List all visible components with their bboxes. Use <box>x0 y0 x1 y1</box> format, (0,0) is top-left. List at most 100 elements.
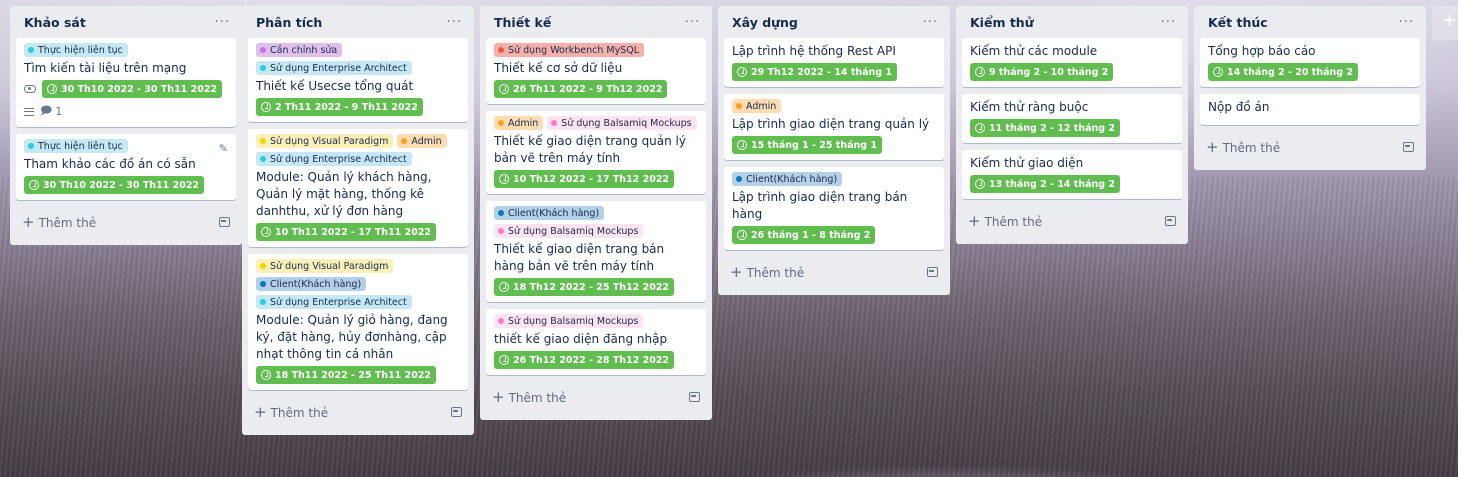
card[interactable]: Tổng hợp báo cáo 14 tháng 2 - 20 tháng 2 <box>1200 38 1420 87</box>
due-date-text: 14 tháng 2 - 20 tháng 2 <box>1227 66 1354 78</box>
list-title[interactable]: Kiểm thử <box>970 15 1034 30</box>
card-label[interactable]: Admin <box>494 116 544 130</box>
due-date-badge[interactable]: 26 tháng 1 - 8 tháng 2 <box>732 226 876 244</box>
list-menu-icon[interactable]: ··· <box>923 15 938 30</box>
add-card-button[interactable]: + Thêm thẻ <box>1200 132 1420 162</box>
card[interactable]: Kiểm thử ràng buộc 11 tháng 2 - 12 tháng … <box>962 94 1182 143</box>
label-text: Cần chỉnh sửa <box>270 44 338 56</box>
card[interactable]: Lập trình hệ thống Rest API 29 Th12 2022 … <box>724 38 944 87</box>
due-date-badge[interactable]: 14 tháng 2 - 20 tháng 2 <box>1208 63 1359 81</box>
card-label[interactable]: Sử dụng Enterprise Architect <box>256 295 412 309</box>
card[interactable]: Client(Khách hàng) Lập trình giao diện tr… <box>724 167 944 250</box>
due-date-badge[interactable]: 2 Th11 2022 - 9 Th11 2022 <box>256 98 423 116</box>
card-label[interactable]: Admin <box>397 134 447 148</box>
due-date-badge[interactable]: 30 Th10 2022 - 30 Th11 2022 <box>42 80 223 98</box>
card-badges: 2 Th11 2022 - 9 Th11 2022 <box>256 98 460 116</box>
card-label[interactable]: Sử dụng Enterprise Architect <box>256 152 412 166</box>
add-card-button[interactable]: + Thêm thẻ <box>16 207 236 237</box>
card-label[interactable]: Admin <box>732 99 782 113</box>
card-title: Kiểm thử ràng buộc <box>970 100 1089 114</box>
due-date-badge[interactable]: 26 Th11 2022 - 9 Th12 2022 <box>494 80 668 98</box>
comment-count: 🗩 1 <box>40 102 62 121</box>
due-date-badge[interactable]: 13 tháng 2 - 14 tháng 2 <box>970 175 1121 193</box>
card-label[interactable]: Sử dụng Balsamiq Mockups <box>494 314 644 328</box>
add-list-button[interactable]: + <box>1432 6 1458 40</box>
list-menu-icon[interactable]: ··· <box>1399 15 1414 30</box>
due-date-badge[interactable]: 10 Th12 2022 - 17 Th12 2022 <box>494 170 675 188</box>
card-template-icon[interactable] <box>1403 142 1414 152</box>
due-date-badge[interactable]: 10 Th11 2022 - 17 Th11 2022 <box>256 223 437 241</box>
card[interactable]: Thực hiện liên tục Tham khảo các đồ án có… <box>16 134 236 200</box>
list-menu-icon[interactable]: ··· <box>685 15 700 30</box>
card-title: Nộp đồ án <box>1208 100 1270 114</box>
card[interactable]: Nộp đồ án <box>1200 94 1420 125</box>
card[interactable]: Admin Sử dụng Balsamiq Mockups Thiết kế gi… <box>486 111 706 194</box>
card-template-icon[interactable] <box>451 407 462 417</box>
card-label[interactable]: Sử dụng Balsamiq Mockups <box>494 224 644 238</box>
card[interactable]: Kiểm thử các module 9 tháng 2 - 10 tháng … <box>962 38 1182 87</box>
due-date-text: 26 tháng 1 - 8 tháng 2 <box>751 229 871 241</box>
clock-icon <box>737 140 747 150</box>
list-title[interactable]: Thiết kế <box>494 15 551 30</box>
card-labels: Sử dụng Visual Paradigm Admin Sử dụng Ente… <box>256 134 460 166</box>
due-date-badge[interactable]: 15 tháng 1 - 25 tháng 1 <box>732 136 883 154</box>
card-label[interactable]: Cần chỉnh sửa <box>256 43 343 57</box>
card-title: Tìm kiến tài liệu trên mạng <box>24 61 187 75</box>
plus-icon: + <box>1442 10 1458 31</box>
label-dot-icon <box>260 281 266 287</box>
card-label[interactable]: Sử dụng Enterprise Architect <box>256 61 412 75</box>
add-card-button[interactable]: + Thêm thẻ <box>486 382 706 412</box>
add-card-button[interactable]: + Thêm thẻ <box>962 206 1182 236</box>
label-text: Admin <box>411 135 442 147</box>
card-labels: Sử dụng Balsamiq Mockups <box>494 314 698 328</box>
card[interactable]: Sử dụng Visual Paradigm Client(Khách hàng… <box>248 254 468 390</box>
due-date-badge[interactable]: 18 Th12 2022 - 25 Th12 2022 <box>494 278 675 296</box>
card[interactable]: Sử dụng Workbench MySQL Thiết kế cơ sở dữ… <box>486 38 706 104</box>
card-label[interactable]: Sử dụng Visual Paradigm <box>256 134 394 148</box>
pencil-icon[interactable]: ✎ <box>219 142 228 155</box>
card-badges-secondary: 🗩 1 <box>24 102 228 121</box>
due-date-badge[interactable]: 30 Th10 2022 - 30 Th11 2022 <box>24 176 205 194</box>
list-title[interactable]: Khảo sát <box>24 15 86 30</box>
add-card-button[interactable]: + Thêm thẻ <box>724 257 944 287</box>
label-text: Thực hiện liên tục <box>38 140 123 152</box>
card-template-icon[interactable] <box>689 392 700 402</box>
clock-icon <box>499 282 509 292</box>
card[interactable]: Thực hiện liên tục Tìm kiến tài liệu trên… <box>16 38 236 127</box>
card-label[interactable]: Client(Khách hàng) <box>256 277 367 291</box>
card-template-icon[interactable] <box>1165 216 1176 226</box>
card[interactable]: Kiểm thử giao diện 13 tháng 2 - 14 tháng … <box>962 150 1182 199</box>
card-label[interactable]: Sử dụng Visual Paradigm <box>256 259 394 273</box>
due-date-badge[interactable]: 9 tháng 2 - 10 tháng 2 <box>970 63 1114 81</box>
card-template-icon[interactable] <box>219 217 230 227</box>
card[interactable]: Cần chỉnh sửa Sử dụng Enterprise Architec… <box>248 38 468 122</box>
card[interactable]: Admin Lập trình giao diện trang quản lý 15… <box>724 94 944 160</box>
list-menu-icon[interactable]: ··· <box>447 15 462 30</box>
card[interactable]: Sử dụng Visual Paradigm Admin Sử dụng Ente… <box>248 129 468 247</box>
card-label[interactable]: Thực hiện liên tục <box>24 43 128 57</box>
due-date-badge[interactable]: 29 Th12 2022 - 14 tháng 1 <box>732 63 898 81</box>
card[interactable]: Client(Khách hàng) Sử dụng Balsamiq Mocku… <box>486 201 706 302</box>
card-label[interactable]: Thực hiện liên tục <box>24 139 128 153</box>
card-label[interactable]: Client(Khách hàng) <box>732 172 843 186</box>
list-menu-icon[interactable]: ··· <box>215 15 230 30</box>
list-title[interactable]: Kết thúc <box>1208 15 1268 30</box>
due-date-badge[interactable]: 18 Th11 2022 - 25 Th11 2022 <box>256 366 437 384</box>
card-label[interactable]: Sử dụng Balsamiq Mockups <box>547 116 697 130</box>
list-title[interactable]: Xây dựng <box>732 15 798 30</box>
card-template-icon[interactable] <box>927 267 938 277</box>
list-menu-icon[interactable]: ··· <box>1161 15 1176 30</box>
label-text: Admin <box>746 100 777 112</box>
label-dot-icon <box>260 156 266 162</box>
label-dot-icon <box>260 47 266 53</box>
card-label[interactable]: Client(Khách hàng) <box>494 206 605 220</box>
due-date-badge[interactable]: 11 tháng 2 - 12 tháng 2 <box>970 119 1121 137</box>
add-card-button[interactable]: + Thêm thẻ <box>248 397 468 427</box>
due-date-text: 9 tháng 2 - 10 tháng 2 <box>989 66 1109 78</box>
card[interactable]: Sử dụng Balsamiq Mockups thiết kế giao di… <box>486 309 706 375</box>
card-labels: Thực hiện liên tục <box>24 43 228 57</box>
list-4: Xây dựng ··· Lập trình hệ thống Rest API 29… <box>718 6 950 295</box>
due-date-badge[interactable]: 26 Th12 2022 - 28 Th12 2022 <box>494 351 675 369</box>
list-title[interactable]: Phân tích <box>256 15 322 30</box>
card-label[interactable]: Sử dụng Workbench MySQL <box>494 43 645 57</box>
